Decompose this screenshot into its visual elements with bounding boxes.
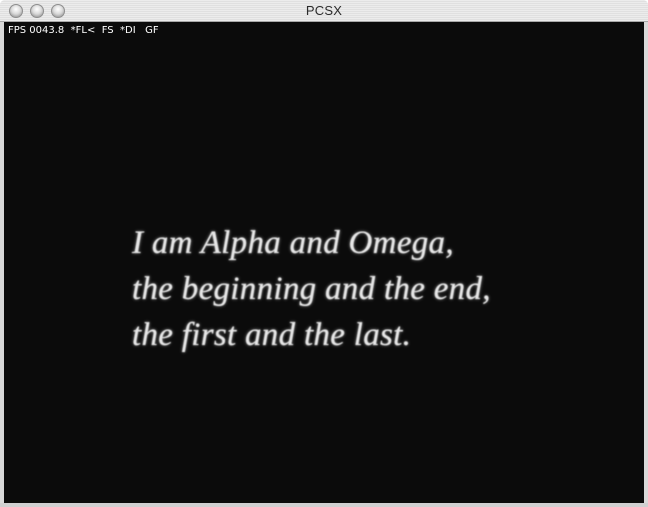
title-bar[interactable]: PCSX <box>0 0 648 22</box>
window-bottom-edge <box>0 503 648 507</box>
verse-line-3: the first and the last. <box>132 317 412 353</box>
game-screen[interactable]: FPS 0043.8 *FL< FS *DI GF I am Alpha and… <box>4 22 644 503</box>
window-title: PCSX <box>305 3 343 18</box>
emulator-window: PCSX FPS 0043.8 *FL< FS *DI GF I am Alph… <box>0 0 648 507</box>
verse-line-2: the beginning and the end, <box>132 271 491 307</box>
cutscene-text: I am Alpha and Omega, the beginning and … <box>132 220 491 358</box>
fps-status-overlay: FPS 0043.8 *FL< FS *DI GF <box>8 25 159 36</box>
verse-line-1: I am Alpha and Omega, <box>132 225 454 261</box>
